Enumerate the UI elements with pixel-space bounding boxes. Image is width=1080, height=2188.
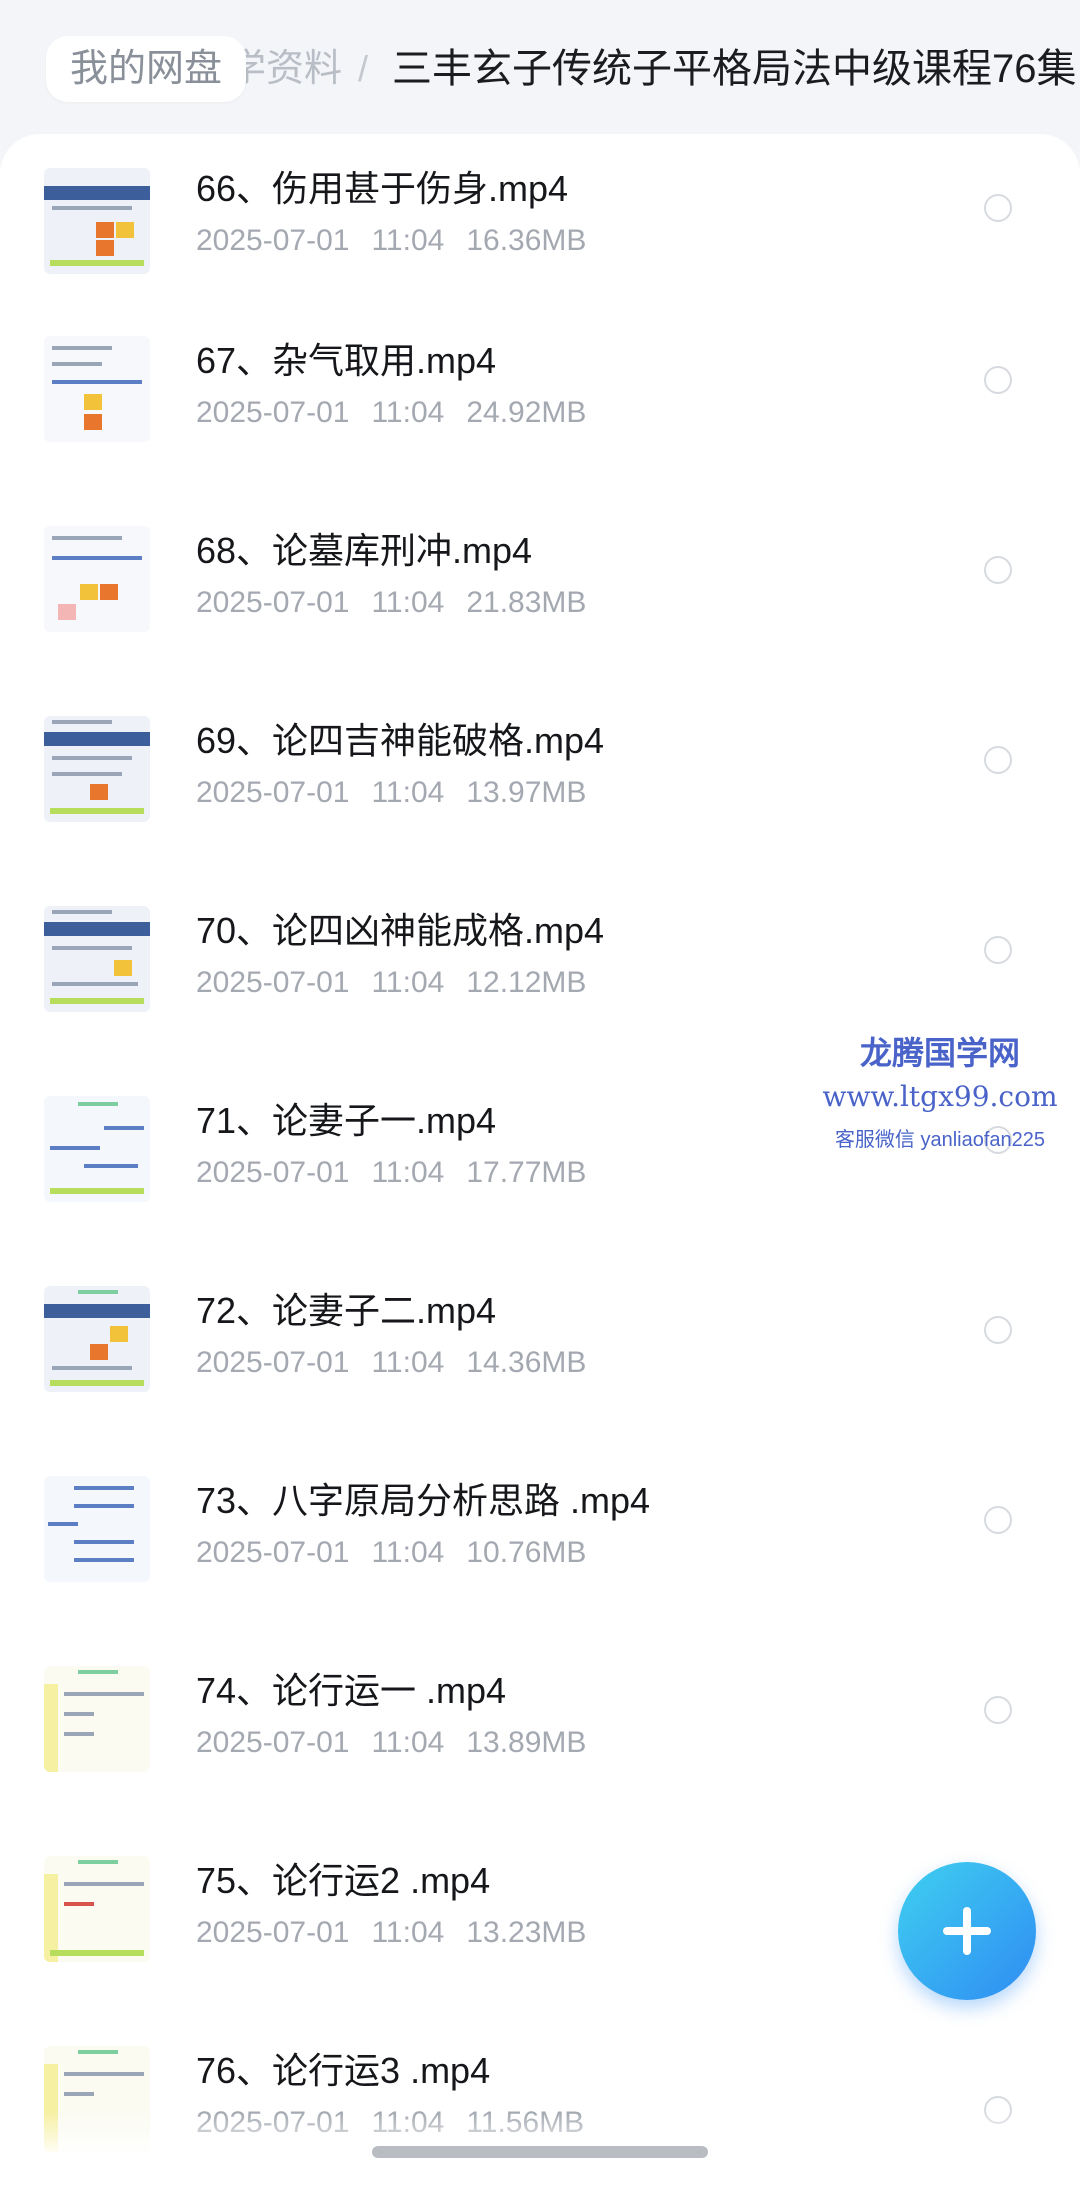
- file-size: 17.77MB: [466, 1156, 587, 1189]
- list-item[interactable]: 74、论行运一 .mp4 2025-07-01 11:04 13.89MB: [0, 1636, 1080, 1826]
- breadcrumb-root[interactable]: 我的网盘: [46, 36, 247, 102]
- file-date: 2025-07-01: [196, 1916, 350, 1949]
- list-item[interactable]: 69、论四吉神能破格.mp4 2025-07-01 11:04 13.97MB: [0, 686, 1080, 876]
- home-indicator[interactable]: [372, 2146, 708, 2158]
- file-time: 11:04: [371, 1536, 445, 1569]
- watermark-name: 龙腾国学网: [859, 1035, 1020, 1071]
- file-browser-screen: 学资料 我的网盘 / 三丰玄子传统子平格局法中级课程76集 66、伤用甚于伤身.…: [0, 0, 1080, 2188]
- file-name: 70、论四凶神能成格.mp4: [196, 910, 605, 951]
- file-size: 10.76MB: [466, 1536, 587, 1569]
- file-size: 13.23MB: [466, 1916, 587, 1949]
- file-size: 14.36MB: [466, 1346, 587, 1379]
- file-name: 75、论行运2 .mp4: [196, 1860, 491, 1901]
- watermark-contact: 客服微信 yanliaofan225: [834, 1129, 1046, 1151]
- file-time: 11:04: [371, 1726, 445, 1759]
- file-meta: 2025-07-01 11:04 13.23MB: [196, 1916, 608, 1950]
- file-size: 16.36MB: [466, 224, 587, 257]
- radio-circle-icon[interactable]: [984, 366, 1012, 394]
- file-name: 69、论四吉神能破格.mp4: [196, 720, 605, 761]
- list-item[interactable]: 73、八字原局分析思路 .mp4 2025-07-01 11:04 10.76MB: [0, 1446, 1080, 1636]
- file-meta: 2025-07-01 11:04 13.97MB: [196, 776, 608, 810]
- video-thumbnail: [44, 526, 150, 632]
- file-time: 11:04: [371, 1916, 445, 1949]
- file-time: 11:04: [371, 1156, 445, 1189]
- list-item[interactable]: 72、论妻子二.mp4 2025-07-01 11:04 14.36MB: [0, 1256, 1080, 1446]
- file-date: 2025-07-01: [196, 1726, 350, 1759]
- video-thumbnail: [44, 336, 150, 442]
- breadcrumb-current-folder: 三丰玄子传统子平格局法中级课程76集: [392, 47, 1077, 91]
- file-meta: 2025-07-01 11:04 21.83MB: [196, 586, 608, 620]
- file-date: 2025-07-01: [196, 966, 350, 999]
- file-meta: 2025-07-01 11:04 14.36MB: [196, 1346, 608, 1380]
- radio-circle-icon[interactable]: [984, 936, 1012, 964]
- file-name: 74、论行运一 .mp4: [196, 1670, 507, 1711]
- file-time: 11:04: [371, 966, 445, 999]
- file-name: 72、论妻子二.mp4: [196, 1290, 497, 1331]
- file-name: 76、论行运3 .mp4: [196, 2050, 491, 2091]
- file-size: 13.97MB: [466, 776, 587, 809]
- watermark-url: www.ltgx99.com: [822, 1080, 1058, 1113]
- plus-icon: [943, 1907, 991, 1955]
- file-name: 71、论妻子一.mp4: [196, 1100, 497, 1141]
- video-thumbnail: [44, 716, 150, 822]
- add-button[interactable]: [898, 1862, 1036, 2000]
- file-meta: 2025-07-01 11:04 16.36MB: [196, 224, 608, 258]
- video-thumbnail: [44, 1856, 150, 1962]
- file-meta: 2025-07-01 11:04 12.12MB: [196, 966, 608, 1000]
- file-time: 11:04: [371, 1346, 445, 1379]
- video-thumbnail: [44, 1666, 150, 1772]
- radio-circle-icon[interactable]: [984, 1696, 1012, 1724]
- file-time: 11:04: [371, 586, 445, 619]
- file-meta: 2025-07-01 11:04 24.92MB: [196, 396, 608, 430]
- file-size: 13.89MB: [466, 1726, 587, 1759]
- radio-circle-icon[interactable]: [984, 194, 1012, 222]
- file-time: 11:04: [371, 396, 445, 429]
- file-size: 21.83MB: [466, 586, 587, 619]
- file-date: 2025-07-01: [196, 776, 350, 809]
- file-name: 67、杂气取用.mp4: [196, 340, 497, 381]
- file-meta: 2025-07-01 11:04 10.76MB: [196, 1536, 608, 1570]
- file-name: 66、伤用甚于伤身.mp4: [196, 168, 569, 209]
- file-time: 11:04: [371, 776, 445, 809]
- file-time: 11:04: [371, 224, 445, 257]
- radio-circle-icon[interactable]: [984, 1316, 1012, 1344]
- radio-circle-icon[interactable]: [984, 556, 1012, 584]
- video-thumbnail: [44, 1286, 150, 1392]
- radio-circle-icon[interactable]: [984, 746, 1012, 774]
- file-name: 68、论墓库刑冲.mp4: [196, 530, 533, 571]
- file-size: 24.92MB: [466, 396, 587, 429]
- file-meta: 2025-07-01 11:04 17.77MB: [196, 1156, 608, 1190]
- video-thumbnail: [44, 1096, 150, 1202]
- breadcrumb-separator: /: [358, 48, 369, 89]
- file-date: 2025-07-01: [196, 586, 350, 619]
- file-meta: 2025-07-01 11:04 13.89MB: [196, 1726, 608, 1760]
- video-thumbnail: [44, 168, 150, 274]
- file-list: 66、伤用甚于伤身.mp4 2025-07-01 11:04 16.36MB 67、…: [0, 134, 1080, 2174]
- watermark: 龙腾国学网 www.ltgx99.com 客服微信 yanliaofan225: [800, 1028, 1080, 1152]
- file-name: 73、八字原局分析思路 .mp4: [196, 1480, 651, 1521]
- video-thumbnail: [44, 1476, 150, 1582]
- file-date: 2025-07-01: [196, 1536, 350, 1569]
- file-date: 2025-07-01: [196, 224, 350, 257]
- radio-circle-icon[interactable]: [984, 1506, 1012, 1534]
- list-item[interactable]: 68、论墓库刑冲.mp4 2025-07-01 11:04 21.83MB: [0, 496, 1080, 686]
- file-date: 2025-07-01: [196, 1346, 350, 1379]
- file-size: 12.12MB: [466, 966, 587, 999]
- list-item[interactable]: 67、杂气取用.mp4 2025-07-01 11:04 24.92MB: [0, 306, 1080, 496]
- file-date: 2025-07-01: [196, 1156, 350, 1189]
- list-item[interactable]: 66、伤用甚于伤身.mp4 2025-07-01 11:04 16.36MB: [0, 134, 1080, 306]
- file-date: 2025-07-01: [196, 396, 350, 429]
- video-thumbnail: [44, 906, 150, 1012]
- breadcrumb: 学资料 我的网盘 / 三丰玄子传统子平格局法中级课程76集: [0, 0, 1080, 140]
